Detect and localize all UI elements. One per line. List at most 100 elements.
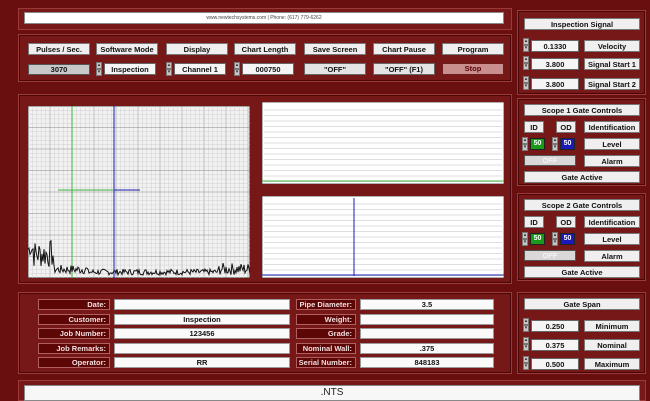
software-mode-value[interactable]: Inspection <box>104 63 156 75</box>
scope1-alarm-label: Alarm <box>584 155 640 167</box>
velocity-label: Velocity <box>584 40 640 52</box>
spin-down-icon[interactable]: ▾ <box>523 325 529 332</box>
job-left-field-3[interactable] <box>114 342 290 354</box>
gate-span-min-label: Minimum <box>584 320 640 332</box>
job-left-field-4[interactable]: RR <box>114 357 290 368</box>
spin-up-icon[interactable]: ▴ <box>523 318 529 325</box>
spin-up-icon[interactable]: ▴ <box>96 62 102 69</box>
spin-up-icon[interactable]: ▴ <box>234 62 240 69</box>
chart-length-spinner[interactable]: ▴ ▾ <box>234 62 240 76</box>
save-screen-label: Save Screen <box>304 43 366 55</box>
strip-chart-bottom[interactable] <box>262 196 504 278</box>
job-left-field-2[interactable]: 123456 <box>114 328 290 339</box>
signal-start1-label: Signal Start 1 <box>584 58 640 70</box>
signal-start2-spinner[interactable]: ▴ ▾ <box>523 76 529 90</box>
spin-up-icon[interactable]: ▴ <box>523 38 529 45</box>
job-right-label-3: Nominal Wall: <box>296 342 356 354</box>
gate-span-max-label: Maximum <box>584 358 640 370</box>
gate-span-nom-spinner[interactable]: ▴ ▾ <box>523 337 529 351</box>
spin-down-icon[interactable]: ▾ <box>523 83 529 90</box>
software-mode-spinner[interactable]: ▴ ▾ <box>96 62 102 76</box>
software-mode-label: Software Mode <box>96 43 158 55</box>
velocity-spinner[interactable]: ▴ ▾ <box>523 38 529 52</box>
job-right-field-4[interactable]: 848183 <box>360 357 494 368</box>
save-screen-button[interactable]: "OFF" <box>304 63 366 75</box>
scope2-od-level-spinner[interactable]: ▴ ▾ <box>552 232 558 246</box>
spin-down-icon[interactable]: ▾ <box>552 144 558 151</box>
spin-up-icon[interactable]: ▴ <box>522 137 528 144</box>
job-left-field-1[interactable]: Inspection <box>114 313 290 325</box>
job-right-field-1[interactable] <box>360 313 494 325</box>
spin-up-icon[interactable]: ▴ <box>523 56 529 63</box>
spin-down-icon[interactable]: ▾ <box>96 69 102 76</box>
spin-down-icon[interactable]: ▾ <box>523 363 529 370</box>
spin-down-icon[interactable]: ▾ <box>523 344 529 351</box>
gate-span-max-value[interactable]: 0.500 <box>531 358 579 370</box>
scope2-id-level[interactable]: 50 <box>530 233 545 245</box>
spin-down-icon[interactable]: ▾ <box>552 239 558 246</box>
scope1-gate-active: Gate Active <box>524 171 640 183</box>
signal-start1-spinner[interactable]: ▴ ▾ <box>523 56 529 70</box>
spin-down-icon[interactable]: ▾ <box>234 69 240 76</box>
scope1-alarm-toggle[interactable]: OFF <box>524 155 576 166</box>
scope2-title: Scope 2 Gate Controls <box>524 199 640 211</box>
scope2-alarm-toggle[interactable]: OFF <box>524 250 576 261</box>
gate-span-nom-label: Nominal <box>584 339 640 351</box>
scope2-id-level-spinner[interactable]: ▴ ▾ <box>522 232 528 246</box>
pulses-label: Pulses / Sec. <box>28 43 90 55</box>
chart-pause-button[interactable]: "OFF" (F1) <box>373 63 435 75</box>
scope2-identification-label: Identification <box>584 216 640 228</box>
job-right-field-3[interactable]: .375 <box>360 342 494 354</box>
chart-length-value[interactable]: 000750 <box>242 63 294 75</box>
velocity-value[interactable]: 0.1330 <box>531 40 579 52</box>
scope1-id-level[interactable]: 50 <box>530 138 545 150</box>
spin-up-icon[interactable]: ▴ <box>523 356 529 363</box>
job-left-label-4: Operator: <box>38 357 110 368</box>
signal-start2-label: Signal Start 2 <box>584 78 640 90</box>
header-url-text[interactable]: www.newtechsystems.com | Phone: (617) 77… <box>24 12 504 24</box>
spin-up-icon[interactable]: ▴ <box>523 76 529 83</box>
display-value[interactable]: Channel 1 <box>174 63 226 75</box>
gate-span-nom-value[interactable]: 0.375 <box>531 339 579 351</box>
gate-span-max-spinner[interactable]: ▴ ▾ <box>523 356 529 370</box>
spin-up-icon[interactable]: ▴ <box>552 232 558 239</box>
spin-down-icon[interactable]: ▾ <box>523 63 529 70</box>
job-left-label-1: Customer: <box>38 313 110 325</box>
scope1-title: Scope 1 Gate Controls <box>524 104 640 116</box>
pulses-value[interactable]: 3070 <box>28 64 90 75</box>
display-spinner[interactable]: ▴ ▾ <box>166 62 172 76</box>
job-right-field-0[interactable]: 3.5 <box>360 299 494 310</box>
footer-text: .NTS <box>24 385 640 401</box>
a-scan-grid <box>28 106 250 278</box>
program-label: Program <box>442 43 504 55</box>
signal-start2-value[interactable]: 3.800 <box>531 78 579 90</box>
scope1-od-level-spinner[interactable]: ▴ ▾ <box>552 137 558 151</box>
strip-chart-top[interactable] <box>262 102 504 184</box>
spin-up-icon[interactable]: ▴ <box>166 62 172 69</box>
job-left-field-0[interactable] <box>114 299 290 310</box>
scope1-id-label: ID <box>524 121 544 133</box>
scope2-alarm-label: Alarm <box>584 250 640 262</box>
chart-pause-label: Chart Pause <box>373 43 435 55</box>
spin-up-icon[interactable]: ▴ <box>523 337 529 344</box>
scope1-id-level-spinner[interactable]: ▴ ▾ <box>522 137 528 151</box>
job-right-field-2[interactable] <box>360 328 494 339</box>
spin-down-icon[interactable]: ▾ <box>523 45 529 52</box>
a-scan-chart[interactable] <box>28 106 250 278</box>
gate-span-min-value[interactable]: 0.250 <box>531 320 579 332</box>
spin-down-icon[interactable]: ▾ <box>166 69 172 76</box>
scope1-level-label: Level <box>584 138 640 150</box>
job-left-label-3: Job Remarks: <box>38 342 110 354</box>
display-label: Display <box>166 43 228 55</box>
signal-start1-value[interactable]: 3.800 <box>531 58 579 70</box>
inspection-signal-title: Inspection Signal <box>524 18 640 30</box>
spin-up-icon[interactable]: ▴ <box>552 137 558 144</box>
scope2-od-level[interactable]: 50 <box>560 233 575 245</box>
spin-down-icon[interactable]: ▾ <box>522 144 528 151</box>
spin-up-icon[interactable]: ▴ <box>522 232 528 239</box>
gate-span-min-spinner[interactable]: ▴ ▾ <box>523 318 529 332</box>
gate-span-title: Gate Span <box>524 298 640 310</box>
scope1-od-level[interactable]: 50 <box>560 138 575 150</box>
spin-down-icon[interactable]: ▾ <box>522 239 528 246</box>
program-stop-button[interactable]: Stop <box>442 63 504 75</box>
